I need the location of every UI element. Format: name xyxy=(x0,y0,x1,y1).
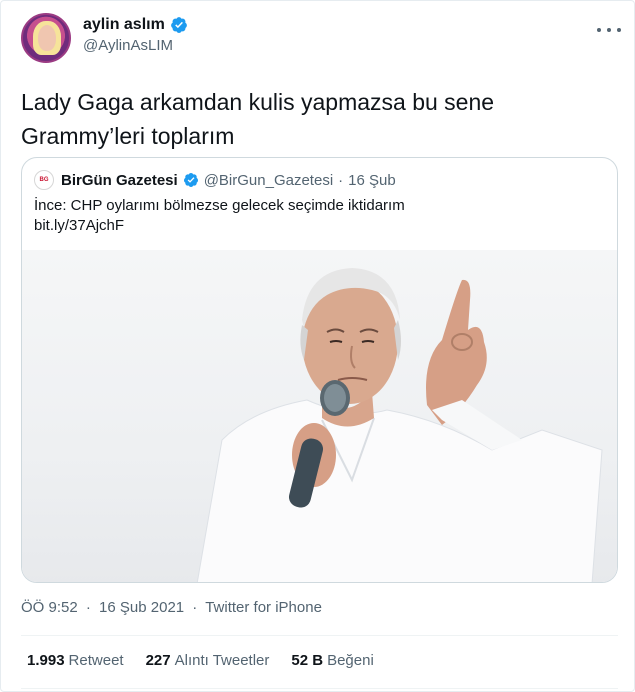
quoted-date: 16 Şub xyxy=(348,171,396,189)
dot xyxy=(607,28,611,32)
retweets-count: 1.993 xyxy=(27,652,65,669)
likes-label: Beğeni xyxy=(327,652,374,669)
quoted-author-name: BirGün Gazetesi xyxy=(61,171,178,189)
author-display-name[interactable]: aylin aslım xyxy=(83,16,165,34)
tweet-meta: ÖÖ 9:52 · 16 Şub 2021 · Twitter for iPho… xyxy=(21,599,322,616)
quoted-tweet-header: BG BirGün Gazetesi @BirGun_Gazetesi · 16… xyxy=(34,170,396,190)
quotes-count: 227 xyxy=(145,652,171,669)
retweets-stat[interactable]: 1.993 Retweet xyxy=(27,652,124,669)
quoted-author-handle: @BirGun_Gazetesi xyxy=(203,171,334,189)
quoted-text-line-1: İnce: CHP oylarımı bölmezse gelecek seçi… xyxy=(34,197,405,214)
quoted-tweet[interactable]: BG BirGün Gazetesi @BirGun_Gazetesi · 16… xyxy=(21,157,618,583)
quotes-label: Alıntı Tweetler xyxy=(174,652,270,669)
author-names: aylin aslım @AylinAsLIM xyxy=(83,16,188,54)
quoted-link[interactable]: bit.ly/37AjchF xyxy=(34,216,604,236)
tweet-text: Lady Gaga arkamdan kulis yapmazsa bu sen… xyxy=(21,85,611,153)
retweets-label: Retweet xyxy=(68,652,124,669)
quoted-media-photo[interactable] xyxy=(22,250,617,582)
author-avatar[interactable] xyxy=(21,13,71,63)
avatar-face xyxy=(38,25,56,51)
quoted-tweet-text: İnce: CHP oylarımı bölmezse gelecek seçi… xyxy=(34,196,604,236)
tweet-card: aylin aslım @AylinAsLIM Lady Gaga arkamd… xyxy=(0,0,635,692)
divider xyxy=(21,688,618,689)
author-handle[interactable]: @AylinAsLIM xyxy=(83,37,188,54)
tweet-time[interactable]: ÖÖ 9:52 xyxy=(21,599,78,616)
likes-stat[interactable]: 52 B Beğeni xyxy=(291,652,373,669)
verified-badge-icon xyxy=(170,17,187,33)
divider xyxy=(21,635,618,636)
tweet-text-line-2: Grammy’leri toplarım xyxy=(21,123,235,149)
more-dots-icon[interactable] xyxy=(597,23,621,37)
dot xyxy=(597,28,601,32)
display-name-row: aylin aslım xyxy=(83,16,188,34)
meta-separator: · xyxy=(85,599,91,616)
tweet-text-line-1: Lady Gaga arkamdan kulis yapmazsa bu sen… xyxy=(21,89,495,115)
photo-illustration xyxy=(196,268,603,582)
meta-separator: · xyxy=(192,599,198,616)
dot xyxy=(617,28,621,32)
quoted-author-avatar: BG xyxy=(34,170,54,190)
quotes-stat[interactable]: 227 Alıntı Tweetler xyxy=(146,652,270,669)
quoted-separator: · xyxy=(338,171,344,189)
tweet-stats: 1.993 Retweet 227 Alıntı Tweetler 52 B Beğe… xyxy=(27,652,374,669)
likes-count: 52 B xyxy=(291,652,324,669)
tweet-source[interactable]: Twitter for iPhone xyxy=(205,599,322,616)
tweet-date[interactable]: 16 Şub 2021 xyxy=(99,599,184,616)
verified-badge-icon xyxy=(183,173,198,187)
tweet-header: aylin aslım @AylinAsLIM xyxy=(21,13,621,63)
